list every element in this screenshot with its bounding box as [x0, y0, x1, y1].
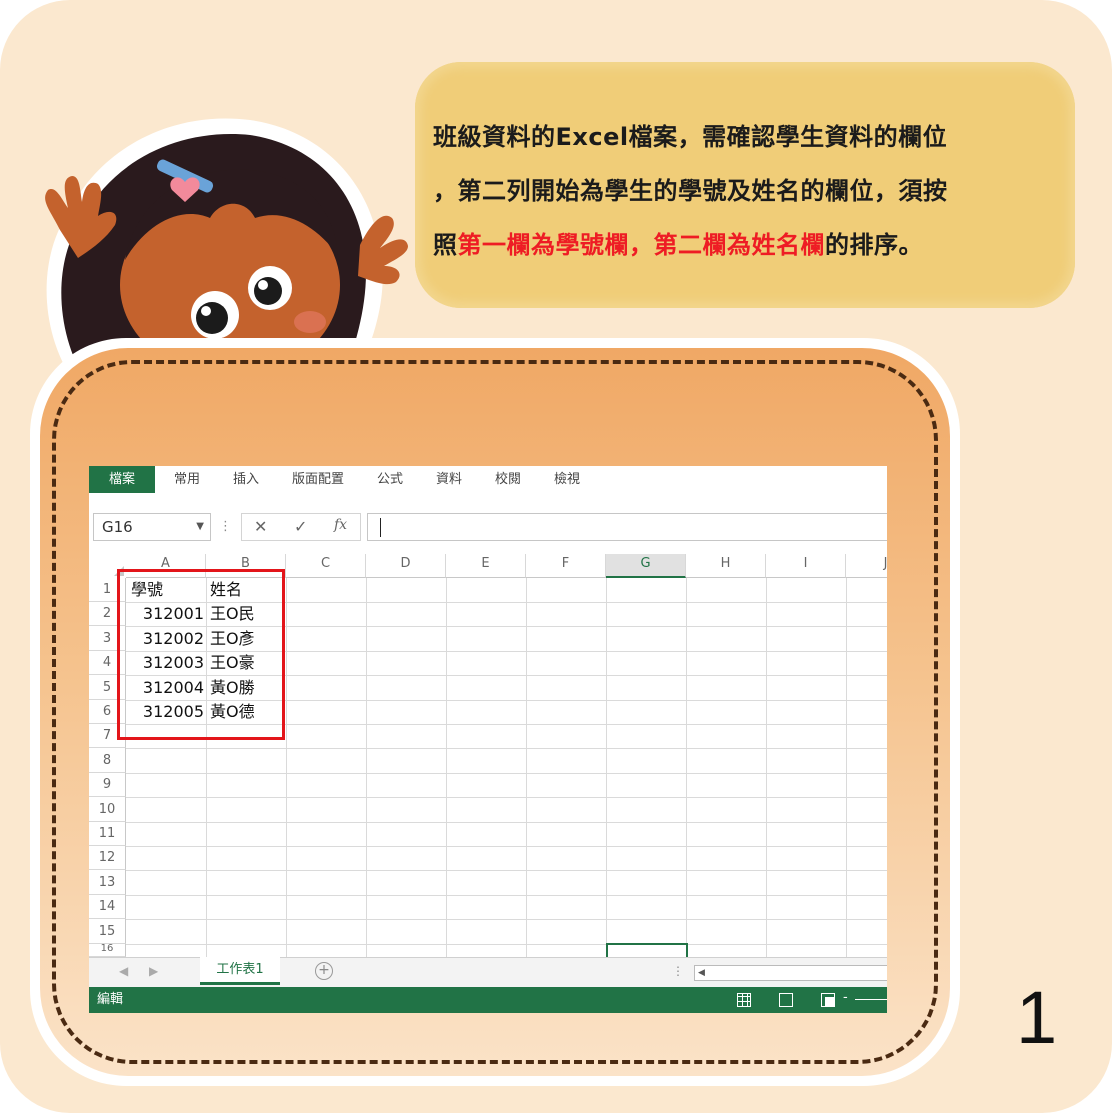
- page-layout-view-icon[interactable]: [779, 993, 793, 1007]
- tab-page-layout[interactable]: 版面配置: [292, 466, 344, 493]
- tab-review[interactable]: 校閱: [495, 466, 521, 493]
- normal-view-icon[interactable]: [737, 993, 751, 1007]
- row-header[interactable]: 13: [89, 870, 126, 895]
- column-header-i[interactable]: I: [766, 554, 846, 578]
- grid-line: [606, 578, 607, 958]
- text-caret: [380, 518, 381, 537]
- column-header-g[interactable]: G: [606, 554, 686, 578]
- grid-line: [846, 578, 847, 958]
- column-header-d[interactable]: D: [366, 554, 446, 578]
- name-box[interactable]: G16 ▼: [93, 513, 211, 541]
- formula-bar-divider-icon: ⋮: [219, 519, 232, 534]
- grid-line: [126, 797, 887, 798]
- grid-line: [126, 944, 887, 945]
- grid-line: [446, 578, 447, 958]
- highlight-annotation-box: [117, 569, 285, 740]
- excel-window: 檔案 常用 插入 版面配置 公式 資料 校閱 檢視 G16 ▼ ⋮ ✕ ✓ fx…: [89, 466, 887, 1013]
- column-header-e[interactable]: E: [446, 554, 526, 578]
- instruction-highlight: 第一欄為學號欄，第二欄為姓名欄: [457, 231, 825, 259]
- row-header[interactable]: 15: [89, 919, 126, 944]
- sheet-tab-1[interactable]: 工作表1: [200, 957, 280, 985]
- row-header[interactable]: 11: [89, 822, 126, 846]
- grid-line: [126, 919, 887, 920]
- instruction-bubble: 班級資料的Excel檔案，需確認學生資料的欄位 ，第二列開始為學生的學號及姓名的…: [415, 62, 1075, 308]
- column-header-h[interactable]: H: [686, 554, 766, 578]
- grid-line: [526, 578, 527, 958]
- grid-line: [686, 578, 687, 958]
- tab-home[interactable]: 常用: [174, 466, 200, 493]
- formula-buttons: ✕ ✓ fx: [241, 513, 361, 541]
- instruction-line-1: 班級資料的Excel檔案，需確認學生資料的欄位: [433, 123, 948, 151]
- tab-data[interactable]: 資料: [436, 466, 462, 493]
- ribbon-tabs: 檔案 常用 插入 版面配置 公式 資料 校閱 檢視: [89, 466, 887, 493]
- instruction-text: 班級資料的Excel檔案，需確認學生資料的欄位 ，第二列開始為學生的學號及姓名的…: [433, 110, 1063, 272]
- instruction-line-3-suffix: 的排序。: [825, 231, 923, 259]
- status-bar: 編輯 -: [89, 987, 887, 1013]
- row-header[interactable]: 10: [89, 797, 126, 822]
- name-box-value: G16: [102, 518, 133, 536]
- column-header-f[interactable]: F: [526, 554, 606, 578]
- insert-function-icon[interactable]: fx: [334, 517, 347, 533]
- tab-view[interactable]: 檢視: [554, 466, 580, 493]
- chevron-right-icon[interactable]: ▶: [149, 964, 158, 978]
- cancel-icon[interactable]: ✕: [254, 517, 267, 536]
- grid-line: [126, 748, 887, 749]
- scroll-left-icon[interactable]: ◀: [698, 966, 705, 980]
- row-header[interactable]: 16: [89, 944, 126, 957]
- zoom-slider[interactable]: [855, 999, 887, 1000]
- row-header[interactable]: 14: [89, 895, 126, 919]
- formula-input[interactable]: [367, 513, 887, 541]
- enter-check-icon[interactable]: ✓: [294, 517, 307, 536]
- row-header[interactable]: 8: [89, 748, 126, 773]
- grid-line: [126, 773, 887, 774]
- column-header-c[interactable]: C: [286, 554, 366, 578]
- tab-insert[interactable]: 插入: [233, 466, 259, 493]
- scroll-divider-icon: ⋮: [672, 964, 684, 978]
- tab-formulas[interactable]: 公式: [377, 466, 403, 493]
- page-break-view-icon[interactable]: [821, 993, 835, 1007]
- zoom-out-icon[interactable]: -: [843, 990, 848, 1005]
- grid-line: [126, 895, 887, 896]
- add-sheet-icon[interactable]: +: [315, 962, 333, 980]
- grid-line: [126, 846, 887, 847]
- chevron-left-icon[interactable]: ◀: [119, 964, 128, 978]
- row-header[interactable]: 12: [89, 846, 126, 870]
- grid-line: [286, 578, 287, 958]
- grid-line: [366, 578, 367, 958]
- row-header[interactable]: 9: [89, 773, 126, 797]
- sheet-tab-bar: ◀ ▶ 工作表1 + ⋮ ◀: [89, 957, 887, 987]
- chevron-down-icon[interactable]: ▼: [196, 514, 204, 540]
- grid-line: [126, 870, 887, 871]
- grid-line: [766, 578, 767, 958]
- instruction-line-3-prefix: 照: [433, 231, 458, 259]
- tab-file[interactable]: 檔案: [89, 466, 155, 493]
- instruction-line-2: ，第二列開始為學生的學號及姓名的欄位，須按: [433, 177, 948, 205]
- horizontal-scrollbar[interactable]: ◀: [694, 965, 887, 981]
- page-number: 1: [1016, 976, 1058, 1059]
- column-header-j[interactable]: J: [846, 554, 887, 578]
- instruction-line-3: 照第一欄為學號欄，第二欄為姓名欄的排序。: [433, 218, 1063, 272]
- grid-line: [126, 822, 887, 823]
- status-mode: 編輯: [97, 992, 124, 1007]
